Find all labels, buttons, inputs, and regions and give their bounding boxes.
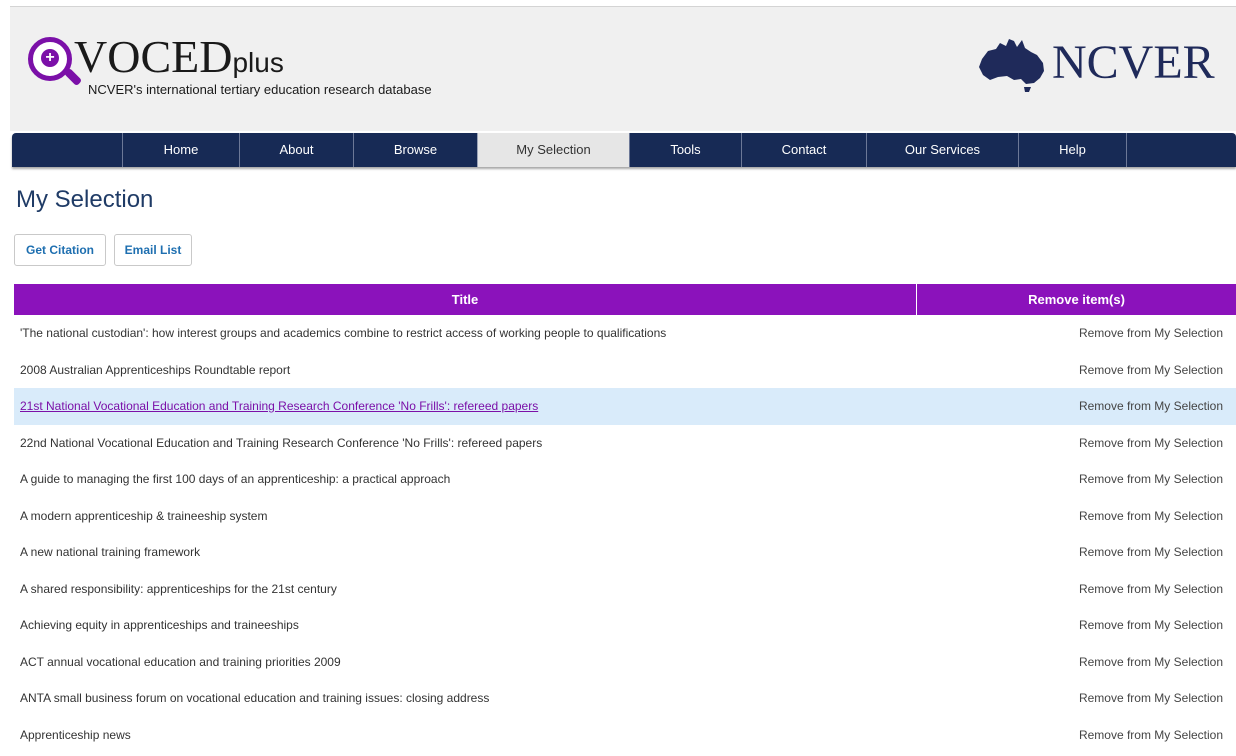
site-tagline: NCVER's international tertiary education… [88, 82, 432, 97]
plus-icon: + [41, 49, 59, 67]
nav-divider [1126, 133, 1127, 167]
remove-from-selection-link[interactable]: Remove from My Selection [1079, 644, 1223, 680]
table-header: Title Remove item(s) [14, 284, 1236, 315]
column-header-remove: Remove item(s) [1028, 292, 1125, 307]
column-header-title: Title [14, 284, 917, 315]
row-title[interactable]: 22nd National Vocational Education and T… [20, 425, 542, 461]
nav-item-help[interactable]: Help [1018, 133, 1126, 167]
row-title[interactable]: 2008 Australian Apprenticeships Roundtab… [20, 352, 290, 388]
remove-from-selection-link[interactable]: Remove from My Selection [1079, 717, 1223, 753]
table-row-highlighted: 21st National Vocational Education and T… [14, 388, 1236, 425]
nav-item-home[interactable]: Home [122, 133, 239, 167]
selection-table: Title Remove item(s) 'The national custo… [14, 284, 1236, 753]
nav-item-my-selection[interactable]: My Selection [477, 133, 629, 167]
remove-from-selection-link[interactable]: Remove from My Selection [1079, 607, 1223, 643]
table-row: 22nd National Vocational Education and T… [14, 425, 1236, 462]
get-citation-button[interactable]: Get Citation [14, 234, 106, 266]
australia-map-icon [979, 39, 1044, 92]
row-title-link[interactable]: 21st National Vocational Education and T… [20, 388, 538, 424]
brand-name: VOCEDplus [74, 31, 284, 89]
remove-from-selection-link[interactable]: Remove from My Selection [1079, 388, 1223, 424]
row-title[interactable]: 'The national custodian': how interest g… [20, 315, 666, 351]
table-row: Achieving equity in apprenticeships and … [14, 607, 1236, 644]
table-row: ANTA small business forum on vocational … [14, 680, 1236, 717]
row-title[interactable]: A guide to managing the first 100 days o… [20, 461, 450, 497]
row-title[interactable]: A new national training framework [20, 534, 200, 570]
remove-from-selection-link[interactable]: Remove from My Selection [1079, 315, 1223, 351]
remove-from-selection-link[interactable]: Remove from My Selection [1079, 352, 1223, 388]
brand-suffix: plus [232, 47, 284, 78]
nav-item-tools[interactable]: Tools [629, 133, 741, 167]
remove-from-selection-link[interactable]: Remove from My Selection [1079, 461, 1223, 497]
row-title[interactable]: Apprenticeship news [20, 717, 131, 753]
row-title[interactable]: ACT annual vocational education and trai… [20, 644, 341, 680]
nav-item-about[interactable]: About [239, 133, 353, 167]
nav-item-browse[interactable]: Browse [353, 133, 477, 167]
brand-main: VOCED [74, 31, 233, 82]
row-title[interactable]: ANTA small business forum on vocational … [20, 680, 489, 716]
nav-item-blank [12, 133, 122, 167]
table-row: A guide to managing the first 100 days o… [14, 461, 1236, 498]
table-row: A modern apprenticeship & traineeship sy… [14, 498, 1236, 535]
nav-item-contact[interactable]: Contact [741, 133, 866, 167]
main-nav: Home About Browse My Selection Tools Con… [12, 133, 1236, 167]
table-row: A shared responsibility: apprenticeships… [14, 571, 1236, 608]
remove-from-selection-link[interactable]: Remove from My Selection [1079, 498, 1223, 534]
page: + VOCEDplus NCVER's international tertia… [0, 0, 1236, 756]
table-row: 'The national custodian': how interest g… [14, 315, 1236, 352]
ncver-logo[interactable]: NCVER [974, 35, 1234, 99]
page-title: My Selection [16, 186, 154, 213]
row-title[interactable]: A shared responsibility: apprenticeships… [20, 571, 337, 607]
row-title[interactable]: A modern apprenticeship & traineeship sy… [20, 498, 267, 534]
table-row: Apprenticeship news Remove from My Selec… [14, 717, 1236, 754]
remove-from-selection-link[interactable]: Remove from My Selection [1079, 534, 1223, 570]
table-row: 2008 Australian Apprenticeships Roundtab… [14, 352, 1236, 389]
nav-item-our-services[interactable]: Our Services [866, 133, 1018, 167]
site-header: + VOCEDplus NCVER's international tertia… [10, 6, 1236, 131]
ncver-wordmark: NCVER [1052, 36, 1215, 89]
remove-from-selection-link[interactable]: Remove from My Selection [1079, 425, 1223, 461]
row-title[interactable]: Achieving equity in apprenticeships and … [20, 607, 299, 643]
remove-from-selection-link[interactable]: Remove from My Selection [1079, 680, 1223, 716]
remove-from-selection-link[interactable]: Remove from My Selection [1079, 571, 1223, 607]
table-row: ACT annual vocational education and trai… [14, 644, 1236, 681]
email-list-button[interactable]: Email List [114, 234, 192, 266]
table-row: A new national training framework Remove… [14, 534, 1236, 571]
